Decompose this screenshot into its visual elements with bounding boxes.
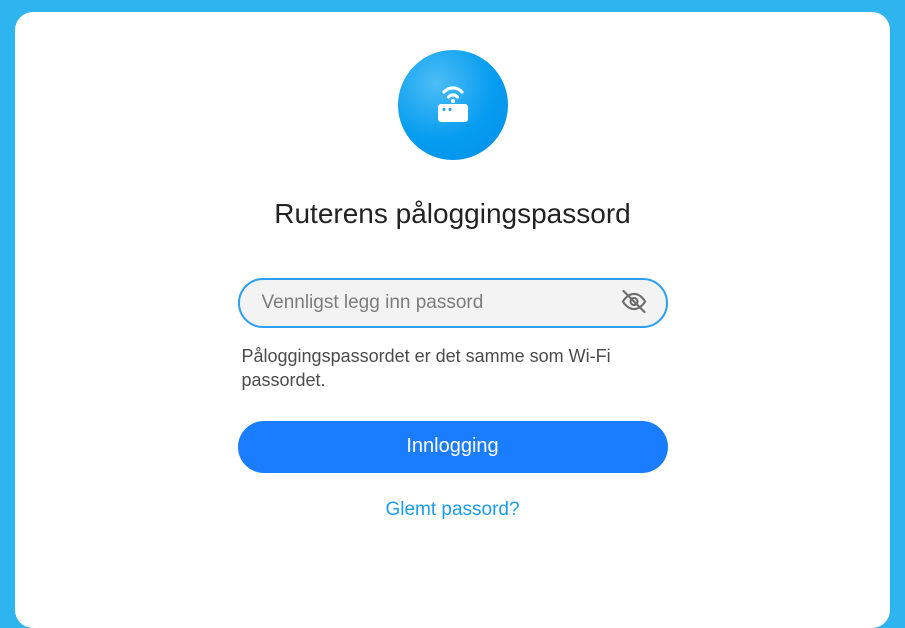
page-title: Ruterens påloggingspassord bbox=[274, 198, 630, 230]
login-button[interactable]: Innlogging bbox=[238, 421, 668, 473]
login-card: Ruterens påloggingspassord Påloggingspas… bbox=[15, 12, 890, 628]
login-form: Påloggingspassordet er det samme som Wi-… bbox=[238, 278, 668, 521]
password-hint: Påloggingspassordet er det samme som Wi-… bbox=[238, 344, 668, 393]
router-icon bbox=[398, 50, 508, 160]
password-input[interactable] bbox=[238, 278, 668, 328]
forgot-password-link[interactable]: Glemt passord? bbox=[385, 499, 519, 521]
password-field-wrap bbox=[238, 278, 668, 328]
toggle-password-visibility-button[interactable] bbox=[616, 284, 652, 323]
eye-off-icon bbox=[620, 304, 648, 319]
